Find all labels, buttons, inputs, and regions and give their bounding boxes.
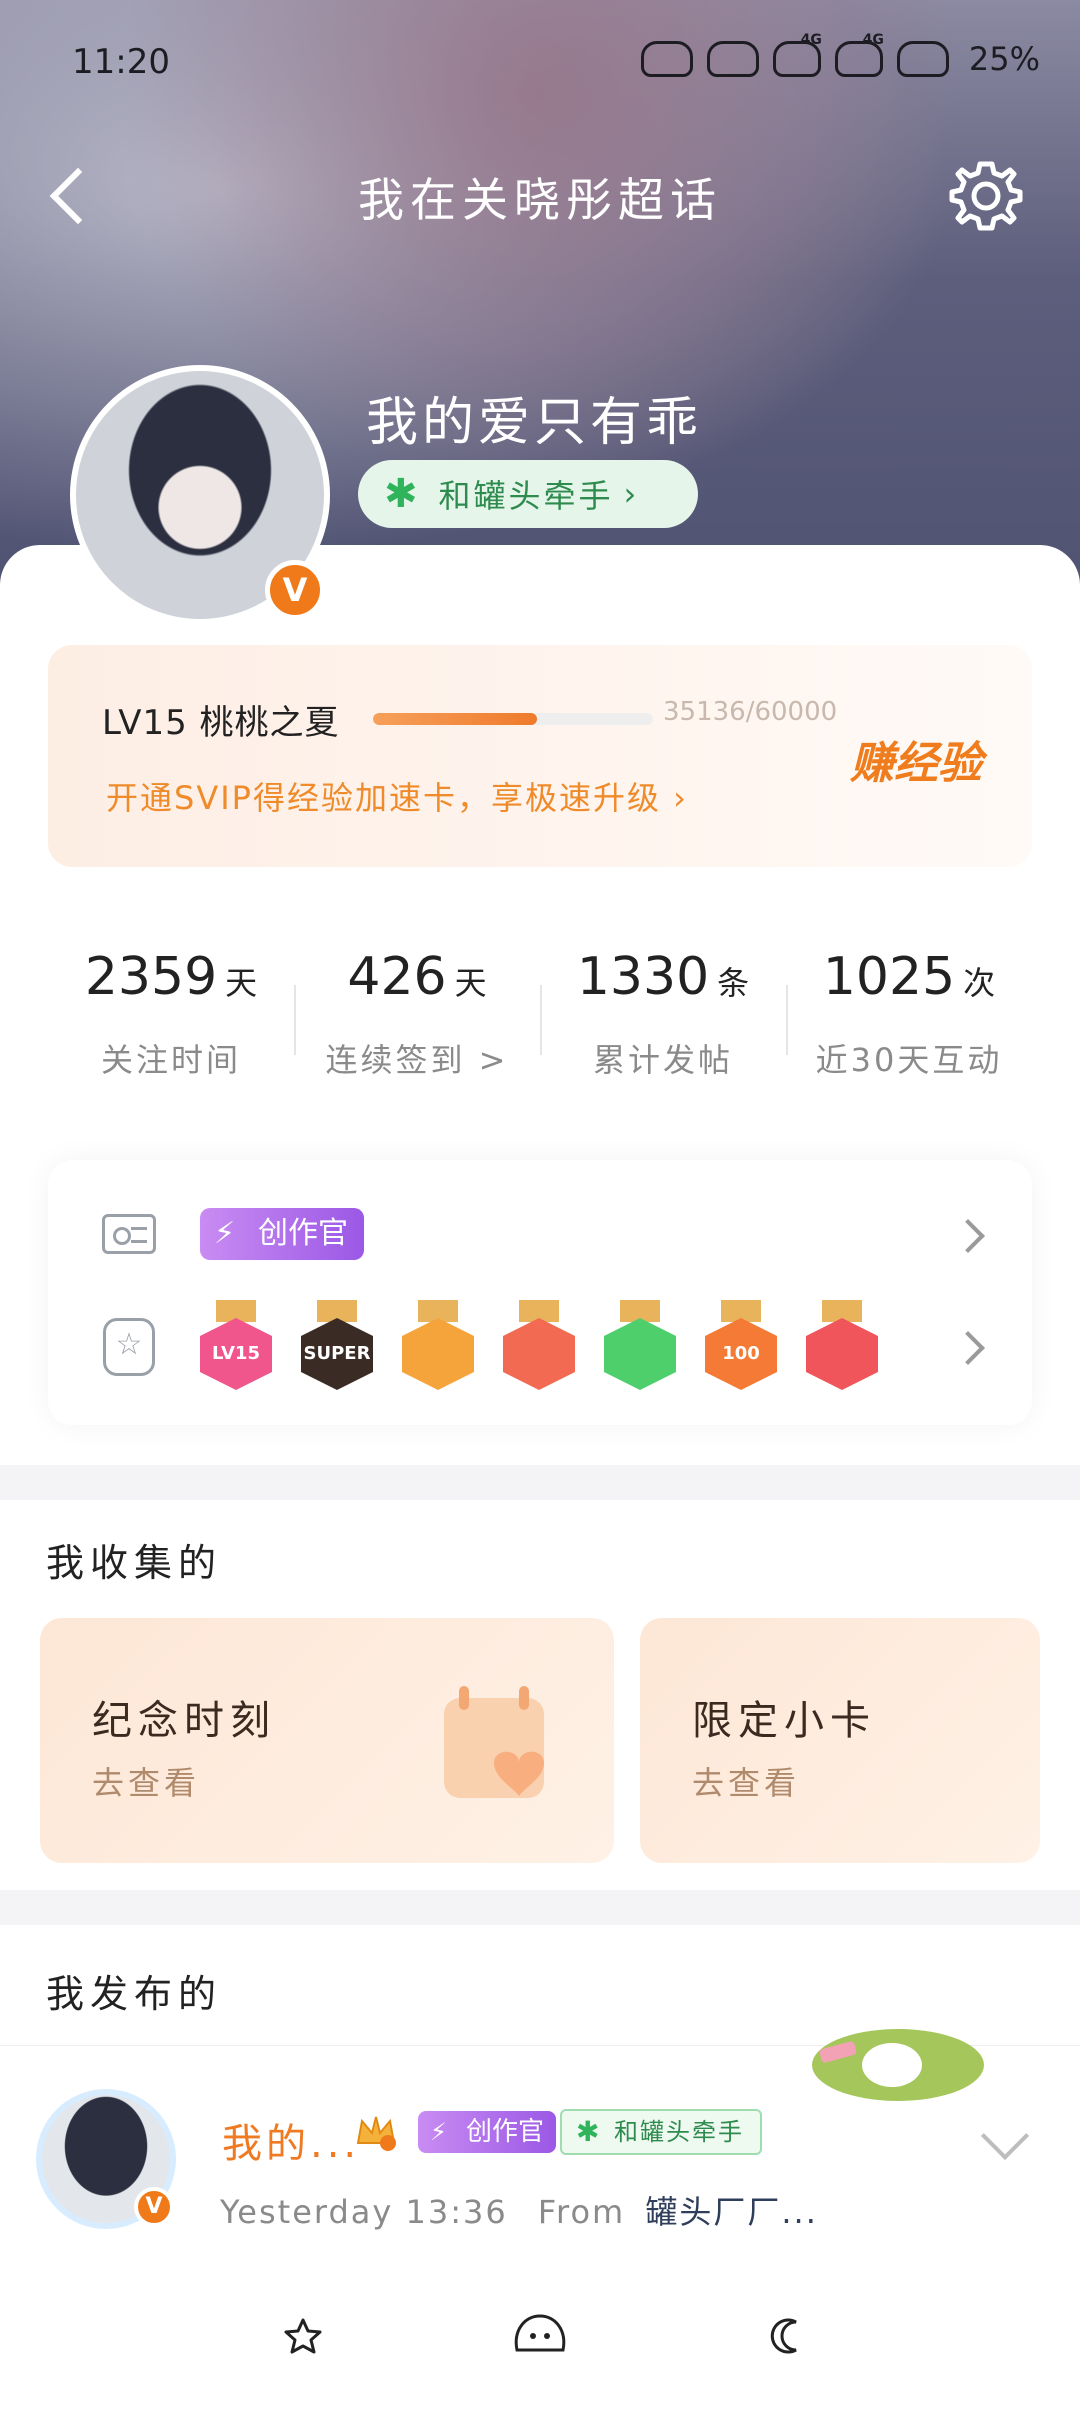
cat-sticker-icon	[812, 2029, 984, 2101]
honors-card: 创作官 LV15 SUPER 100 DAYS	[48, 1160, 1032, 1425]
identity-row[interactable]: 创作官	[48, 1190, 1032, 1280]
fan-group-label: 和罐头牵手	[438, 477, 614, 515]
stat-follow-time: 2359 天 关注时间	[84, 947, 258, 1079]
level-progress-bar	[373, 713, 653, 725]
creator-badge: 创作官	[418, 2111, 557, 2153]
post-author-name[interactable]: 我的...	[222, 2111, 360, 2169]
home-mascot-icon[interactable]	[505, 2300, 575, 2370]
fan-group-tag: 和罐头牵手	[560, 2109, 762, 2155]
level-exp-text: 35136/60000	[663, 697, 838, 727]
profile-sheet: LV15 桃桃之夏 35136/60000 开通SVIP得经验加速卡，享极速升级…	[0, 545, 1080, 1465]
crown-medal	[398, 1300, 478, 1396]
post-time: Yesterday 13:36	[220, 2193, 508, 2231]
status-bar: 11:20 4G 4G 25%	[0, 28, 1080, 98]
chevron-right-icon	[951, 1331, 985, 1365]
battery-icon	[896, 41, 949, 77]
signal-icon: 4G	[834, 32, 884, 77]
collections-section: 我收集的 纪念时刻 去查看 限定小卡 去查看	[0, 1500, 1080, 1890]
chevron-right-icon	[951, 1219, 985, 1253]
page-title: 我在关晓彤超话	[358, 173, 722, 227]
level-label: LV15 桃桃之夏	[102, 703, 340, 743]
posts-title: 我发布的	[46, 1972, 223, 2016]
message-icon	[706, 41, 759, 77]
gear-icon[interactable]	[946, 156, 1026, 236]
battery-level: 25%	[968, 40, 1040, 78]
trophy-medal	[802, 1300, 882, 1396]
verified-badge: V	[265, 560, 325, 620]
post-source[interactable]: 罐头厂厂...	[645, 2193, 818, 2231]
hand-medal	[600, 1300, 680, 1396]
chevron-down-icon[interactable]	[980, 2111, 1030, 2161]
snowflake-icon: ✱	[384, 471, 421, 517]
stats-row: 2359 天 关注时间 426 天 连续签到 > 1330 条 累计发帖 1025 次 …	[48, 905, 1032, 1105]
rabbit-medal	[499, 1300, 579, 1396]
stat-interactions: 1025 次 近30天互动	[786, 905, 1032, 1105]
medals-row[interactable]: LV15 SUPER 100 DAYS	[48, 1300, 1032, 1400]
moments-card[interactable]: 纪念时刻 去查看	[40, 1618, 614, 1863]
status-icons: 4G 4G 25%	[640, 32, 1040, 78]
verified-badge: V	[134, 2187, 174, 2227]
id-card-icon	[102, 1214, 156, 1254]
chevron-right-icon: ›	[623, 475, 640, 513]
svip-promo-link[interactable]: 开通SVIP得经验加速卡，享极速升级 ›	[106, 773, 688, 819]
level-progress-fill	[373, 713, 537, 725]
stat-checkin-days[interactable]: 426 天 连续签到 >	[294, 905, 540, 1105]
star-icon[interactable]	[268, 2300, 338, 2370]
limited-cards-card[interactable]: 限定小卡 去查看	[640, 1618, 1040, 1863]
user-name: 我的爱只有乖	[366, 393, 703, 453]
stat-total-posts: 1330 条 累计发帖	[540, 905, 786, 1105]
earn-exp-button[interactable]: 赚经验	[850, 727, 982, 791]
creator-badge: 创作官	[200, 1208, 364, 1260]
moon-icon[interactable]	[752, 2300, 822, 2370]
posts-section: 我发布的 V 我的... 创作官 和罐头牵手 Yesterday 13:36 F…	[0, 1925, 1080, 2270]
status-time: 11:20	[72, 42, 170, 82]
level-card[interactable]: LV15 桃桃之夏 35136/60000 开通SVIP得经验加速卡，享极速升级…	[48, 645, 1032, 867]
notification-icon	[640, 41, 693, 77]
collections-title: 我收集的	[46, 1541, 223, 1585]
post-meta: Yesterday 13:36 From 罐头厂厂...	[220, 2187, 818, 2233]
lv15-medal: LV15	[196, 1300, 276, 1396]
bottom-navigation	[0, 2270, 1080, 2414]
medal-outline-icon	[103, 1318, 155, 1376]
100-days-medal: 100 DAYS	[701, 1300, 781, 1396]
crown-icon	[356, 2116, 396, 2151]
post-from-label: From	[537, 2193, 626, 2231]
fan-group-tag[interactable]: ✱ 和罐头牵手 ›	[358, 460, 698, 528]
signal-icon: 4G	[772, 32, 822, 77]
super-medal: SUPER	[297, 1300, 377, 1396]
calendar-heart-icon	[444, 1686, 544, 1798]
